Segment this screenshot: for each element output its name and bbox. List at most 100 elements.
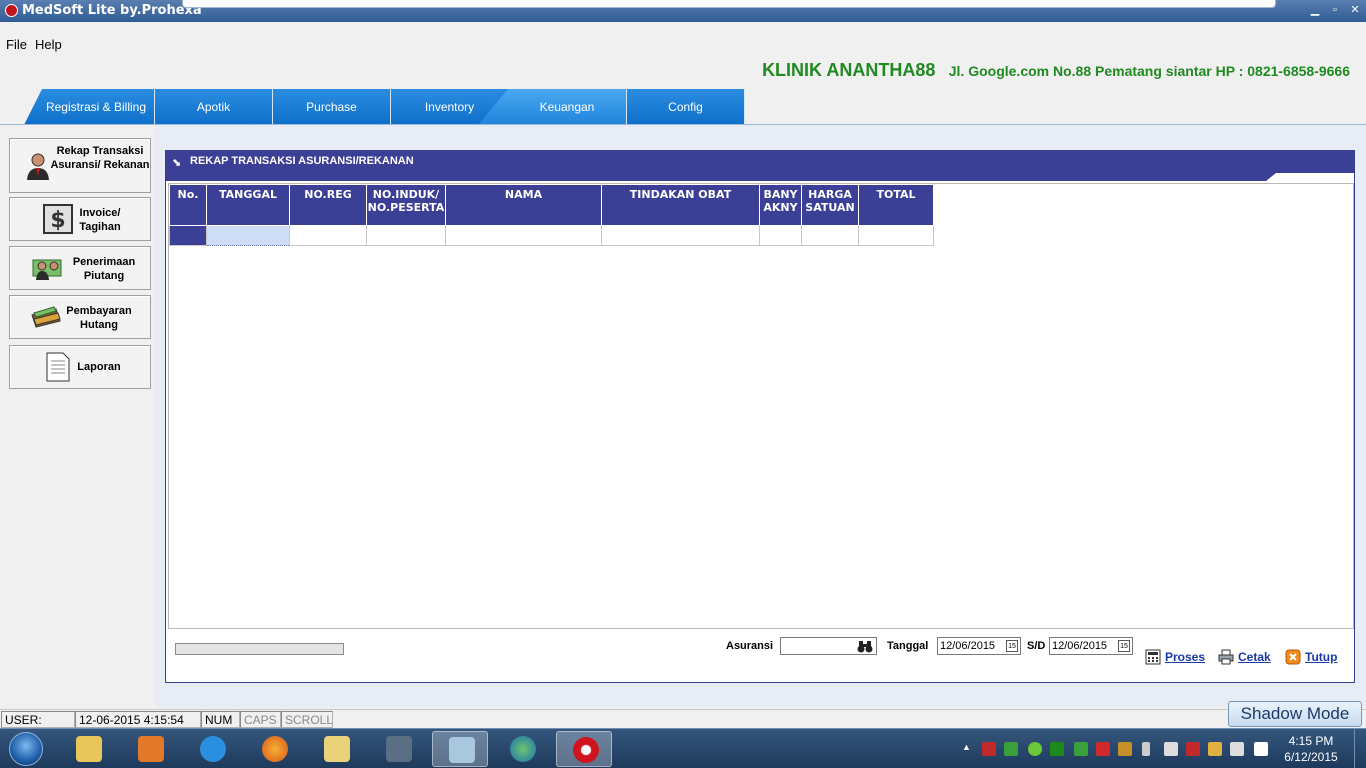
- collapse-arrow-icon[interactable]: ⬊: [172, 156, 181, 169]
- shadow-mode-button[interactable]: Shadow Mode: [1228, 701, 1362, 727]
- media-player-icon: [138, 736, 164, 762]
- notepad-icon: [324, 736, 350, 762]
- bluetooth-icon[interactable]: [1142, 742, 1150, 756]
- proses-button[interactable]: Proses: [1145, 649, 1205, 665]
- tray-s-icon[interactable]: [1254, 742, 1268, 756]
- tab-registrasi-billing[interactable]: Registrasi & Billing: [24, 89, 155, 125]
- grid-cell[interactable]: [445, 225, 602, 246]
- col-noreg[interactable]: NO.REG: [289, 184, 367, 226]
- volume-icon[interactable]: [1230, 742, 1244, 756]
- tray-icon[interactable]: [1118, 742, 1132, 756]
- binoculars-icon[interactable]: [857, 640, 873, 653]
- sidebar-laporan-button[interactable]: Laporan: [9, 345, 151, 389]
- window-app-icon: [386, 736, 412, 762]
- taskbar-app[interactable]: [370, 731, 426, 767]
- col-tanggal[interactable]: TANGGAL: [206, 184, 290, 226]
- grid-cell[interactable]: [206, 225, 290, 246]
- sidebar-pembayaran-hutang-label: Pembayaran Hutang: [66, 305, 132, 331]
- col-total[interactable]: TOTAL: [858, 184, 934, 226]
- progress-bar: [175, 643, 344, 655]
- clock[interactable]: 4:15 PM 6/12/2015: [1276, 733, 1346, 765]
- tray-icon[interactable]: [1164, 742, 1178, 756]
- sidebar-penerimaan-piutang-button[interactable]: Penerimaan Piutang: [9, 246, 151, 290]
- col-harga-satuan[interactable]: HARGA SATUAN: [801, 184, 859, 226]
- grid-cell[interactable]: [759, 225, 802, 246]
- taskbar-globe[interactable]: [494, 731, 550, 767]
- data-grid[interactable]: No. TANGGAL NO.REG NO.INDUK/ NO.PESERTA …: [169, 184, 934, 246]
- tab-purchase[interactable]: Purchase: [273, 89, 391, 125]
- table-row[interactable]: [169, 225, 934, 246]
- clock-time: 4:15 PM: [1288, 734, 1334, 748]
- taskbar-notepad[interactable]: [308, 731, 364, 767]
- clinic-address: Jl. Google.com No.88 Pematang siantar HP…: [948, 63, 1350, 79]
- cetak-label: Cetak: [1238, 650, 1271, 664]
- shield-icon[interactable]: [1096, 742, 1110, 756]
- menu-help[interactable]: Help: [35, 37, 62, 52]
- money-receive-icon: [32, 259, 62, 280]
- calendar-icon[interactable]: 15: [1006, 640, 1018, 652]
- tray-icon[interactable]: [1074, 742, 1088, 756]
- grid-cell[interactable]: [801, 225, 859, 246]
- sidebar-rekap-transaksi-button[interactable]: Rekap Transaksi Asuransi/ Rekanan: [9, 138, 151, 193]
- taskbar-app-active[interactable]: [432, 731, 488, 767]
- row-selector[interactable]: [169, 225, 207, 246]
- tutup-button[interactable]: Tutup: [1285, 649, 1337, 665]
- tray-icon[interactable]: [1186, 742, 1200, 756]
- rekap-panel: ⬊ REKAP TRANSAKSI ASURANSI/REKANAN No. T…: [165, 150, 1355, 683]
- grid-cell[interactable]: [289, 225, 367, 246]
- col-nama[interactable]: NAMA: [445, 184, 602, 226]
- calculator-icon: [1145, 649, 1161, 665]
- asuransi-input[interactable]: [780, 637, 877, 655]
- tab-config[interactable]: Config: [627, 89, 745, 125]
- status-user: USER: admin: [1, 711, 75, 743]
- taskbar-firefox[interactable]: [246, 731, 302, 767]
- start-button[interactable]: [6, 731, 46, 767]
- tutup-label: Tutup: [1305, 650, 1338, 664]
- close-button[interactable]: ✕: [1346, 2, 1364, 18]
- maximize-button[interactable]: ▫: [1326, 2, 1344, 18]
- grid-cell[interactable]: [601, 225, 760, 246]
- status-scroll: SCROLL: [281, 711, 333, 728]
- tray-icon[interactable]: [1050, 742, 1064, 756]
- sidebar-penerimaan-piutang-label: Penerimaan Piutang: [72, 256, 136, 282]
- data-grid-area[interactable]: No. TANGGAL NO.REG NO.INDUK/ NO.PESERTA …: [168, 183, 1354, 629]
- taskbar: ▲ 4:15 PM 6/12/2015: [0, 728, 1366, 768]
- windows-orb-icon: [9, 732, 43, 766]
- sidebar-pembayaran-hutang-button[interactable]: Pembayaran Hutang: [9, 295, 151, 339]
- calendar-icon[interactable]: 15: [1118, 640, 1130, 652]
- panel-title: REKAP TRANSAKSI ASURANSI/REKANAN: [190, 155, 414, 167]
- sidebar-laporan-label: Laporan: [77, 361, 121, 373]
- close-icon: [1285, 649, 1301, 665]
- tray-icon[interactable]: [982, 742, 996, 756]
- col-tindakan-obat[interactable]: TINDAKAN OBAT: [601, 184, 760, 226]
- title-bar: MedSoft Lite by.Prohexa ▁ ▫ ✕: [0, 0, 1366, 22]
- col-noinduk[interactable]: NO.INDUK/ NO.PESERTA: [366, 184, 446, 226]
- sidebar-invoice-button[interactable]: $ Invoice/ Tagihan: [9, 197, 151, 241]
- menu-file[interactable]: File: [6, 37, 27, 52]
- printer-icon: [1218, 649, 1234, 665]
- network-icon[interactable]: [1208, 742, 1222, 756]
- taskbar-media-player[interactable]: [122, 731, 178, 767]
- tanggal-from-value: 12/06/2015: [940, 640, 996, 652]
- taskbar-internet-explorer[interactable]: [184, 731, 240, 767]
- panel-header-band: [166, 173, 1266, 181]
- show-desktop-button[interactable]: [1354, 729, 1366, 768]
- tanggal-from-field[interactable]: 12/06/2015 15: [937, 637, 1021, 655]
- ie-icon: [200, 736, 226, 762]
- clinic-name: KLINIK ANANTHA88: [762, 60, 936, 80]
- tanggal-to-value: 12/06/2015: [1052, 640, 1108, 652]
- grid-cell[interactable]: [858, 225, 934, 246]
- taskbar-medsoft[interactable]: [556, 731, 612, 767]
- tray-icon[interactable]: [1004, 742, 1018, 756]
- minimize-button[interactable]: ▁: [1306, 2, 1324, 18]
- folder-icon: [76, 736, 102, 762]
- col-banyaknya[interactable]: BANY AKNY: [759, 184, 802, 226]
- grid-cell[interactable]: [366, 225, 446, 246]
- tray-icon[interactable]: [1028, 742, 1042, 756]
- tanggal-to-field[interactable]: 12/06/2015 15: [1049, 637, 1133, 655]
- taskbar-explorer[interactable]: [60, 731, 116, 767]
- cetak-button[interactable]: Cetak: [1218, 649, 1271, 665]
- tray-expand-icon[interactable]: ▲: [962, 742, 971, 756]
- col-no[interactable]: No.: [169, 184, 207, 226]
- tab-apotik[interactable]: Apotik: [155, 89, 273, 125]
